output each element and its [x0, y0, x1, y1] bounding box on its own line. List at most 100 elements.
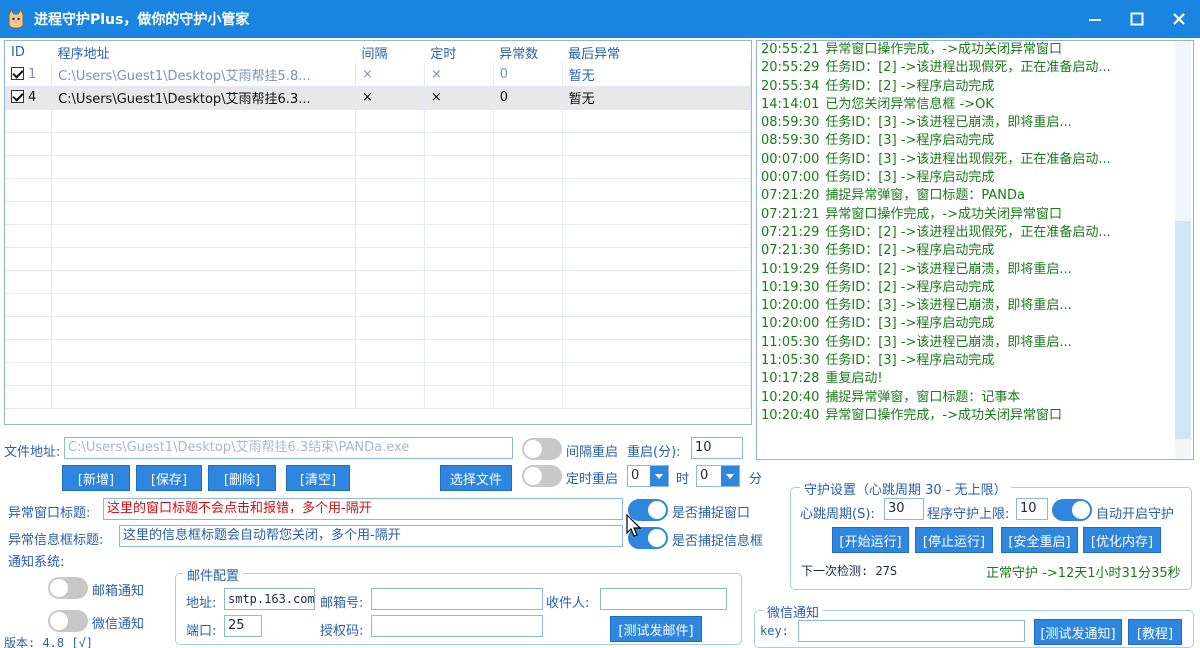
file-path-input[interactable]: C:\Users\Guest1\Desktop\艾雨帮挂6.3结束\PANDa.… — [64, 437, 513, 459]
log-time: 10:20:40 — [761, 389, 820, 405]
log-scrollbar[interactable] — [1175, 41, 1191, 459]
wechat-notify-toggle[interactable] — [48, 610, 88, 632]
mail-config-title: 邮件配置 — [183, 565, 244, 584]
column-header-interval[interactable]: 间隔 — [355, 41, 424, 63]
choose-file-button[interactable]: 选择文件 — [440, 465, 512, 491]
tutorial-button[interactable]: [教程] — [1128, 619, 1182, 645]
interval-restart-label: 间隔重启 — [566, 445, 619, 460]
auto-guard-toggle[interactable] — [1052, 499, 1092, 521]
mail-auth-input[interactable] — [371, 615, 543, 637]
test-wechat-button[interactable]: [测试发通知] — [1034, 619, 1122, 645]
delete-button[interactable]: [删除] — [208, 465, 276, 491]
empty-row — [5, 362, 751, 386]
capture-window-label: 是否捕捉窗口 — [672, 506, 751, 521]
empty-row — [5, 339, 751, 363]
email-notify-toggle[interactable] — [48, 577, 88, 599]
log-entry: 10:20:40 异常窗口操作完成，->成功关闭异常窗口 — [757, 407, 1193, 425]
timer-minute-value: 0 — [700, 468, 709, 483]
heartbeat-input[interactable]: 30 — [884, 498, 924, 520]
timer-restart-label: 定时重启 — [566, 472, 619, 487]
restart-minutes-input[interactable]: 10 — [691, 437, 743, 459]
wechat-key-input[interactable] — [798, 620, 1025, 642]
timer-hour-select[interactable]: 0 — [627, 465, 669, 487]
row-interval: × — [355, 63, 425, 87]
log-message: 任务ID：[3] ->程序启动完成 — [825, 170, 995, 186]
hour-label: 时 — [676, 472, 690, 487]
mail-address-label: 地址: — [186, 596, 217, 611]
close-button[interactable] — [1158, 0, 1200, 38]
log-message: 异常窗口操作完成，->成功关闭异常窗口 — [825, 407, 1062, 423]
log-entry: 00:07:00 任务ID：[3] ->该进程出现假死，正在准备启动... — [757, 151, 1193, 169]
log-time: 10:19:30 — [761, 279, 820, 295]
restart-minutes-label: 重启(分): — [627, 445, 681, 460]
abnormal-window-input[interactable]: 这里的窗口标题不会点击和报错，多个用-隔开 — [103, 498, 623, 520]
guard-limit-input[interactable]: 10 — [1016, 498, 1048, 520]
column-header-path[interactable]: 程序地址 — [52, 41, 356, 63]
optimize-memory-button[interactable]: [优化内存] — [1083, 527, 1161, 553]
log-message: 重复启动! — [825, 371, 883, 387]
mail-port-input[interactable]: 25 — [224, 615, 262, 637]
table-header: ID 程序地址 间隔 定时 异常数 最后异常 — [5, 41, 751, 63]
title-bar: 进程守护Plus，做你的守护小管家 — [0, 0, 1200, 38]
log-message: 任务ID：[2] ->程序启动完成 — [825, 78, 995, 94]
task-table[interactable]: ID 程序地址 间隔 定时 异常数 最后异常 1 C:\Users\Guest1… — [4, 40, 752, 425]
guard-limit-label: 程序守护上限: — [927, 507, 1010, 522]
minimize-icon — [1089, 19, 1101, 21]
close-icon — [1173, 13, 1185, 25]
stop-run-button[interactable]: [停止运行] — [915, 527, 993, 553]
log-message: 任务ID：[3] ->程序启动完成 — [825, 133, 995, 149]
safe-restart-button[interactable]: [安全重启] — [1001, 527, 1078, 553]
log-entry: 00:07:00 任务ID：[3] ->程序启动完成 — [757, 169, 1193, 187]
log-entry: 11:05:30 任务ID：[3] ->程序启动完成 — [757, 352, 1193, 370]
timer-minute-select[interactable]: 0 — [696, 465, 740, 487]
log-entry: 07:21:30 任务ID：[2] ->程序启动完成 — [757, 242, 1193, 260]
maximize-button[interactable] — [1116, 0, 1158, 38]
mail-address-input[interactable]: smtp.163.com — [224, 588, 315, 610]
column-header-count[interactable]: 异常数 — [493, 41, 562, 63]
clear-button[interactable]: [清空] — [286, 465, 350, 491]
add-button[interactable]: [新增] — [62, 465, 130, 491]
log-time: 10:17:28 — [761, 371, 820, 387]
log-entry: 10:17:28 重复启动! — [757, 370, 1193, 388]
log-message: 任务ID：[3] ->程序启动完成 — [825, 316, 995, 332]
row-count: 0 — [493, 86, 563, 110]
test-mail-button[interactable]: [测试发邮件] — [610, 616, 702, 642]
minimize-button[interactable] — [1074, 0, 1116, 38]
log-entry: 20:55:21 异常窗口操作完成，->成功关闭异常窗口 — [757, 41, 1193, 59]
log-message: 任务ID：[3] ->该进程已崩溃，即将重启... — [825, 115, 1072, 131]
column-header-last[interactable]: 最后异常 — [562, 41, 750, 63]
abnormal-info-input[interactable]: 这里的信息框标题会自动帮您关闭，多个用-隔开 — [119, 525, 623, 547]
log-list: 20:55:21 异常窗口操作完成，->成功关闭异常窗口 20:55:29 任务ID：… — [757, 41, 1193, 425]
log-entry: 10:20:40 捕捉异常弹窗，窗口标题：记事本 — [757, 389, 1193, 407]
row-count: 0 — [493, 63, 563, 87]
wechat-notify-label: 微信通知 — [92, 617, 145, 632]
mail-account-label: 邮箱号: — [320, 596, 364, 611]
log-entry: 14:14:01 已为您关闭异常信息框 ->OK — [757, 96, 1193, 114]
log-message: 任务ID：[3] ->该进程出现假死，正在准备启动... — [825, 151, 1111, 167]
row-id: 1 — [28, 66, 37, 82]
timer-restart-toggle[interactable] — [522, 465, 562, 487]
log-message: 异常窗口操作完成，->成功关闭异常窗口 — [825, 206, 1062, 222]
column-header-id[interactable]: ID — [5, 41, 52, 63]
log-time: 20:55:21 — [761, 42, 820, 57]
row-interval: × — [355, 86, 425, 110]
row-checkbox[interactable] — [11, 90, 24, 103]
empty-row — [5, 385, 751, 409]
mail-receiver-input[interactable] — [600, 588, 727, 610]
table-row[interactable]: 1 C:\Users\Guest1\Desktop\艾雨帮挂5.8... × ×… — [5, 63, 751, 87]
log-scroll-thumb[interactable] — [1175, 221, 1191, 439]
guard-settings-title: 守护设置（心跳周期 30 - 无上限） — [800, 479, 1011, 498]
column-header-timer[interactable]: 定时 — [424, 41, 493, 63]
log-time: 10:20:00 — [761, 316, 820, 332]
table-row[interactable]: 4 C:\Users\Guest1\Desktop\艾雨帮挂6.3... × ×… — [5, 86, 751, 110]
mail-auth-label: 授权码: — [320, 624, 364, 639]
start-run-button[interactable]: [开始运行] — [832, 527, 909, 553]
window-title: 进程守护Plus，做你的守护小管家 — [34, 12, 250, 28]
save-button[interactable]: [保存] — [136, 465, 202, 491]
log-entry: 11:05:30 任务ID：[3] ->该进程已崩溃，即将重启... — [757, 334, 1193, 352]
row-path: C:\Users\Guest1\Desktop\艾雨帮挂5.8... — [51, 63, 356, 87]
log-panel[interactable]: 20:55:21 异常窗口操作完成，->成功关闭异常窗口 20:55:29 任务ID：… — [756, 40, 1194, 460]
interval-restart-toggle[interactable] — [522, 438, 562, 460]
mail-account-input[interactable] — [371, 588, 543, 610]
row-checkbox[interactable] — [11, 66, 24, 80]
